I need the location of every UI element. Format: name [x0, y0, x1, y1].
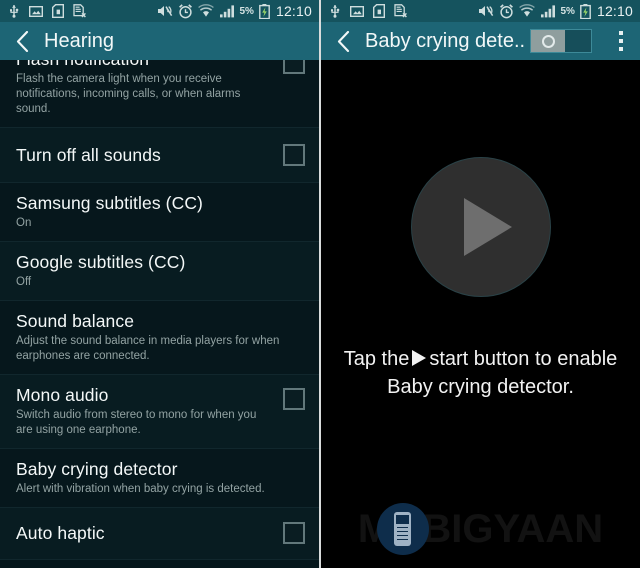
list-item-title: Turn off all sounds — [16, 144, 161, 165]
status-bar-clock: 12:10 — [596, 3, 633, 19]
detector-toggle-switch[interactable] — [530, 29, 592, 53]
list-item-title: Baby crying detector — [16, 459, 178, 479]
play-button[interactable] — [410, 157, 551, 297]
hearing-settings-list[interactable]: Flash notification Flash the camera ligh… — [0, 48, 319, 560]
battery-charging-icon — [259, 3, 270, 19]
watermark: MOBIGYAAN — [321, 498, 640, 560]
battery-percent-label: 5% — [560, 5, 575, 17]
play-triangle — [463, 198, 512, 256]
list-item-texts: Mono audio Switch audio from stereo to m… — [16, 384, 273, 438]
list-item-subtitle: Adjust the sound balance in media player… — [16, 335, 280, 362]
list-item-title: Auto haptic — [16, 523, 105, 543]
wifi-icon — [197, 4, 214, 18]
status-bar-right: 5% 12:10 — [321, 0, 640, 22]
phone-glyph — [394, 512, 411, 546]
signal-icon — [219, 4, 235, 18]
list-item-google-subtitles[interactable]: Google subtitles (CC) Off — [0, 242, 319, 301]
signal-icon — [540, 4, 556, 18]
menu-dot — [619, 47, 623, 51]
status-bar-left-icons — [329, 4, 417, 18]
play-icon — [410, 157, 551, 297]
status-bar-clock: 12:10 — [275, 3, 312, 19]
list-item-subtitle: Off — [16, 276, 32, 288]
list-item-mono-audio[interactable]: Mono audio Switch audio from stereo to m… — [0, 375, 319, 449]
dual-screenshot: 5% 12:10 Hearing Flash notification Flas… — [0, 0, 640, 568]
list-item-sound-balance[interactable]: Sound balance Adjust the sound balance i… — [0, 301, 319, 375]
status-bar-right-icons: 5% 12:10 — [151, 3, 313, 19]
list-item-texts: Sound balance Adjust the sound balance i… — [16, 310, 305, 364]
list-item-title: Sound balance — [16, 311, 135, 331]
list-item-texts: Auto haptic — [16, 522, 273, 544]
list-item-auto-haptic[interactable]: Auto haptic — [0, 508, 319, 560]
battery-percent-label: 5% — [239, 5, 254, 17]
list-item-subtitle: On — [16, 217, 32, 229]
action-bar-baby-crying-detector: Baby crying dete.. — [321, 22, 640, 60]
list-item-texts: Baby crying detector Alert with vibratio… — [16, 458, 305, 497]
checkbox-mono-audio[interactable] — [283, 388, 305, 410]
usb-icon — [329, 4, 341, 18]
list-item-subtitle: Flash the camera light when you receive … — [16, 73, 241, 115]
list-item-texts: Samsung subtitles (CC) On — [16, 192, 305, 231]
list-item-title: Google subtitles (CC) — [16, 252, 186, 272]
menu-dot — [619, 31, 623, 35]
document-error-icon — [73, 4, 87, 18]
status-bar-left: 5% 12:10 — [0, 0, 319, 22]
action-bar-hearing: Hearing — [0, 22, 319, 60]
wifi-icon — [518, 4, 535, 18]
back-chevron-icon[interactable] — [10, 22, 34, 60]
page-title: Hearing — [44, 29, 115, 52]
detector-hint-text: Tap the start button to enable Baby cryin… — [331, 345, 631, 401]
list-item-title: Mono audio — [16, 385, 109, 405]
play-triangle-icon — [412, 350, 427, 366]
list-item-turn-off-all-sounds[interactable]: Turn off all sounds — [0, 128, 319, 183]
page-title: Baby crying dete.. — [365, 29, 526, 52]
checkbox-auto-haptic[interactable] — [283, 522, 305, 544]
alarm-icon — [499, 3, 514, 19]
checkbox-turn-off-all-sounds[interactable] — [283, 143, 305, 166]
alarm-icon — [178, 3, 193, 19]
usb-icon — [8, 4, 20, 18]
overflow-menu-icon[interactable] — [608, 22, 634, 60]
back-chevron-icon[interactable] — [331, 22, 355, 60]
left-screen-hearing-settings: 5% 12:10 Hearing Flash notification Flas… — [0, 0, 319, 568]
mute-vibrate-icon — [477, 4, 494, 18]
detector-content: Tap the start button to enable Baby cryin… — [321, 60, 640, 568]
document-error-icon — [394, 4, 408, 18]
image-icon — [350, 5, 364, 18]
list-item-samsung-subtitles[interactable]: Samsung subtitles (CC) On — [0, 183, 319, 242]
toggle-knob — [531, 30, 565, 52]
list-item-texts: Google subtitles (CC) Off — [16, 251, 305, 290]
hint-before: Tap the — [343, 348, 410, 370]
battery-charging-icon — [580, 3, 591, 19]
menu-dot — [619, 39, 623, 43]
list-item-texts: Turn off all sounds — [16, 144, 273, 166]
list-item-flash-notification[interactable]: Flash notification Flash the camera ligh… — [0, 48, 319, 128]
status-bar-right-icons: 5% 12:10 — [472, 3, 634, 19]
image-icon — [29, 5, 43, 18]
sd-card-icon — [373, 4, 385, 18]
watermark-logo-icon — [376, 503, 429, 555]
mute-vibrate-icon — [156, 4, 173, 18]
list-item-subtitle: Alert with vibration when baby crying is… — [16, 483, 265, 495]
list-item-subtitle: Switch audio from stereo to mono for whe… — [16, 409, 257, 436]
right-screen-baby-crying-detector: 5% 12:10 Baby crying dete.. Tap the star… — [321, 0, 640, 568]
list-item-title: Samsung subtitles (CC) — [16, 193, 203, 213]
list-item-baby-crying-detector[interactable]: Baby crying detector Alert with vibratio… — [0, 449, 319, 508]
sd-card-icon — [52, 4, 64, 18]
status-bar-left-icons — [8, 4, 96, 18]
